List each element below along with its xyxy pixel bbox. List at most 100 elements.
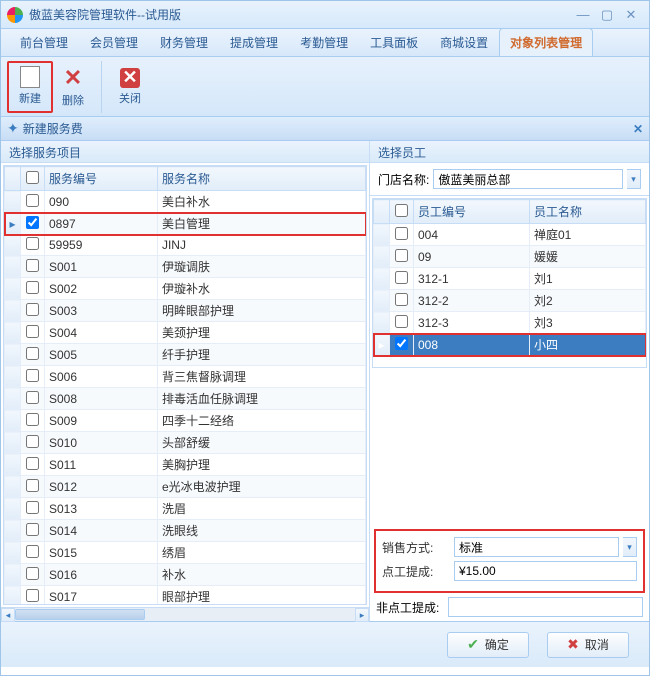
service-row-checkbox[interactable] [26, 369, 39, 382]
store-dropdown-button[interactable]: ▾ [627, 169, 641, 189]
employee-table[interactable]: 员工编号 员工名称 004禅庭0109媛媛312-1刘1312-2刘2312-3… [372, 198, 647, 368]
employee-row-checkbox[interactable] [395, 315, 408, 328]
service-row-checkbox[interactable] [26, 194, 39, 207]
ok-button[interactable]: ✔ 确定 [447, 632, 529, 658]
service-row[interactable]: S010头部舒缓 [5, 432, 366, 454]
service-row-checkbox[interactable] [26, 589, 39, 602]
close-button[interactable]: ✕ 关闭 [110, 61, 150, 113]
service-row[interactable]: S017眼部护理 [5, 586, 366, 606]
employee-row[interactable]: 312-3刘3 [374, 312, 646, 334]
service-name-cell: 美颈护理 [157, 322, 365, 344]
commission-input[interactable] [454, 561, 637, 581]
store-select[interactable] [433, 169, 623, 189]
service-name-cell: 排毒活血任脉调理 [157, 388, 365, 410]
panel-close-button[interactable]: ✕ [633, 122, 643, 136]
service-name-cell: 头部舒缓 [157, 432, 365, 454]
main-tab-3[interactable]: 提成管理 [219, 28, 289, 56]
employee-row[interactable]: 312-1刘1 [374, 268, 646, 290]
service-name-cell: 背三焦督脉调理 [157, 366, 365, 388]
service-name-cell: 眼部护理 [157, 586, 365, 606]
employee-row-checkbox[interactable] [395, 227, 408, 240]
main-tab-7[interactable]: 对象列表管理 [499, 28, 593, 56]
service-row-checkbox[interactable] [26, 281, 39, 294]
delete-icon: ✕ [61, 66, 85, 90]
service-row[interactable]: S016补水 [5, 564, 366, 586]
employee-code-cell: 312-2 [414, 290, 530, 312]
employee-row[interactable]: 004禅庭01 [374, 224, 646, 246]
minimize-button[interactable]: — [571, 7, 595, 23]
maximize-button[interactable]: ▢ [595, 7, 619, 23]
service-name-header[interactable]: 服务名称 [157, 167, 365, 191]
service-row-checkbox[interactable] [26, 567, 39, 580]
service-row-checkbox[interactable] [26, 259, 39, 272]
service-row[interactable]: S009四季十二经络 [5, 410, 366, 432]
cancel-button[interactable]: ✖ 取消 [547, 632, 629, 658]
close-window-button[interactable]: ✕ [619, 7, 643, 23]
employee-row[interactable]: 09媛媛 [374, 246, 646, 268]
main-tab-1[interactable]: 会员管理 [79, 28, 149, 56]
service-code-cell: S010 [45, 432, 158, 454]
service-row[interactable]: S008排毒活血任脉调理 [5, 388, 366, 410]
new-icon [20, 66, 40, 88]
service-code-cell: S009 [45, 410, 158, 432]
service-row[interactable]: S002伊璇补水 [5, 278, 366, 300]
employee-row-checkbox[interactable] [395, 337, 408, 350]
service-row-checkbox[interactable] [26, 545, 39, 558]
sale-mode-dropdown-button[interactable]: ▾ [623, 537, 637, 557]
service-row-checkbox[interactable] [26, 216, 39, 229]
service-row[interactable]: ▸0897美白管理 [5, 213, 366, 235]
main-tab-6[interactable]: 商城设置 [429, 28, 499, 56]
service-row[interactable]: S013洗眉 [5, 498, 366, 520]
main-tab-2[interactable]: 财务管理 [149, 28, 219, 56]
service-row-checkbox[interactable] [26, 501, 39, 514]
service-row[interactable]: S015绣眉 [5, 542, 366, 564]
employee-checkall[interactable] [395, 204, 408, 217]
service-row[interactable]: S014洗眼线 [5, 520, 366, 542]
service-checkall[interactable] [26, 171, 39, 184]
service-row[interactable]: 59959JINJ [5, 235, 366, 256]
service-row[interactable]: S012e光冰电波护理 [5, 476, 366, 498]
service-code-header[interactable]: 服务编号 [45, 167, 158, 191]
service-name-cell: e光冰电波护理 [157, 476, 365, 498]
employee-row-checkbox[interactable] [395, 271, 408, 284]
delete-button[interactable]: ✕ 删除 [53, 61, 93, 113]
main-tab-0[interactable]: 前台管理 [9, 28, 79, 56]
service-row[interactable]: 090美白补水 [5, 191, 366, 213]
service-row[interactable]: S001伊璇调肤 [5, 256, 366, 278]
service-row-checkbox[interactable] [26, 347, 39, 360]
service-row-checkbox[interactable] [26, 303, 39, 316]
employee-name-header[interactable]: 员工名称 [530, 200, 646, 224]
employee-row-checkbox[interactable] [395, 293, 408, 306]
service-row[interactable]: S006背三焦督脉调理 [5, 366, 366, 388]
service-row-checkbox[interactable] [26, 479, 39, 492]
employee-row[interactable]: ▸008小四 [374, 334, 646, 356]
main-tab-4[interactable]: 考勤管理 [289, 28, 359, 56]
non-commission-input[interactable] [448, 597, 643, 617]
employee-row-checkbox[interactable] [395, 249, 408, 262]
service-code-cell: S012 [45, 476, 158, 498]
service-row-checkbox[interactable] [26, 391, 39, 404]
sale-mode-select[interactable] [454, 537, 619, 557]
service-row[interactable]: S011美胸护理 [5, 454, 366, 476]
service-name-cell: 美胸护理 [157, 454, 365, 476]
service-name-cell: 四季十二经络 [157, 410, 365, 432]
service-row[interactable]: S004美颈护理 [5, 322, 366, 344]
ribbon: 新建 ✕ 删除 ✕ 关闭 [1, 57, 649, 117]
employee-code-header[interactable]: 员工编号 [414, 200, 530, 224]
commission-form: 销售方式: ▾ 点工提成: [374, 529, 645, 593]
service-row-checkbox[interactable] [26, 237, 39, 250]
panel-title: 新建服务费 [23, 120, 633, 137]
new-button[interactable]: 新建 [10, 64, 50, 108]
service-row-checkbox[interactable] [26, 325, 39, 338]
service-row[interactable]: S005纤手护理 [5, 344, 366, 366]
service-row-checkbox[interactable] [26, 457, 39, 470]
service-row-checkbox[interactable] [26, 413, 39, 426]
service-row-checkbox[interactable] [26, 523, 39, 536]
service-row[interactable]: S003明眸眼部护理 [5, 300, 366, 322]
main-tab-5[interactable]: 工具面板 [359, 28, 429, 56]
employee-row[interactable]: 312-2刘2 [374, 290, 646, 312]
service-table[interactable]: 服务编号 服务名称 090美白补水▸0897美白管理59959JINJS001伊… [3, 165, 367, 605]
button-bar: ✔ 确定 ✖ 取消 [1, 621, 649, 667]
service-row-checkbox[interactable] [26, 435, 39, 448]
h-scrollbar-left[interactable]: ◂ ▸ [1, 607, 369, 621]
